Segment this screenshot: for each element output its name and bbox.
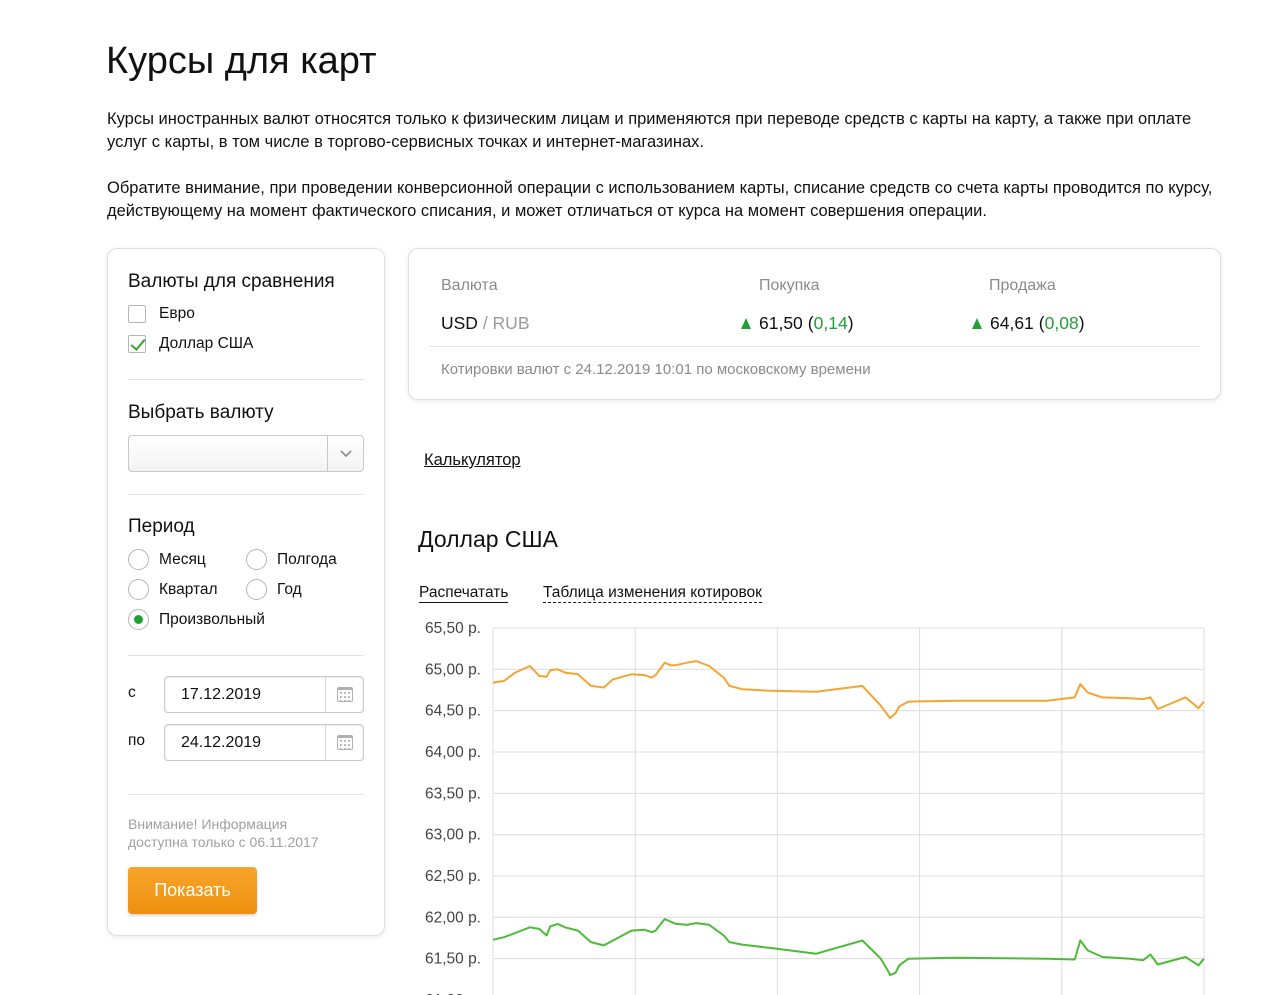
divider xyxy=(128,655,364,656)
calendar-icon xyxy=(336,735,353,750)
sell-rate: 64,61 ( 0,08 ) xyxy=(972,313,1085,334)
date-to-input[interactable]: 24.12.2019 xyxy=(164,724,364,761)
currency-code: USD xyxy=(441,313,478,333)
y-tick-label: 62,00 р. xyxy=(425,909,481,926)
divider xyxy=(429,346,1200,347)
currency-checkbox-usd[interactable]: Доллар США xyxy=(128,335,253,353)
currency-base: / RUB xyxy=(477,313,530,333)
filter-panel: Валюты для сравнения Евро Доллар США Выб… xyxy=(107,248,385,936)
y-tick-label: 62,50 р. xyxy=(425,868,481,885)
period-radio-month[interactable]: Месяц xyxy=(128,549,206,570)
y-tick-label: 63,50 р. xyxy=(425,785,481,802)
calculator-link[interactable]: Калькулятор xyxy=(424,451,521,470)
paren-close: ) xyxy=(847,313,854,333)
radio-button[interactable] xyxy=(246,579,267,600)
checkbox-label: Доллар США xyxy=(159,335,254,352)
column-header-buy: Покупка xyxy=(759,277,820,294)
sell-value: 64,61 xyxy=(990,313,1034,333)
quotes-timestamp-note: Котировки валют с 24.12.2019 10:01 по мо… xyxy=(441,361,871,378)
divider xyxy=(128,794,364,795)
buy-value: 61,50 xyxy=(759,313,803,333)
radio-button-selected[interactable] xyxy=(128,609,149,630)
sell-change: 0,08 xyxy=(1044,313,1079,333)
chevron-down-icon[interactable] xyxy=(327,436,363,471)
date-to-label: по xyxy=(128,732,146,749)
intro-paragraph-2: Обратите внимание, при проведении конвер… xyxy=(107,179,1213,220)
quotes-table-link[interactable]: Таблица изменения котировок xyxy=(543,583,762,603)
date-from-label: с xyxy=(128,684,136,701)
currency-select[interactable] xyxy=(128,435,364,472)
period-radio-quarter[interactable]: Квартал xyxy=(128,579,218,600)
rates-card: Валюта Покупка Продажа USD / RUB 61,50 (… xyxy=(408,248,1221,400)
period-radio-year[interactable]: Год xyxy=(246,579,302,600)
radio-label: Месяц xyxy=(159,550,206,568)
rate-chart: 65,50 р. 65,00 р. 64,50 р. 64,00 р. 63,50 р.… xyxy=(425,620,1205,995)
buy-change: 0,14 xyxy=(813,313,848,333)
intro-paragraph-1: Курсы иностранных валют относятся только… xyxy=(107,110,1192,151)
date-to-value: 24.12.2019 xyxy=(181,734,262,751)
radio-button[interactable] xyxy=(128,549,149,570)
calendar-button[interactable] xyxy=(325,725,363,760)
arrow-up-icon xyxy=(741,318,751,329)
page-title: Курсы для карт xyxy=(106,40,377,82)
radio-label: Произвольный xyxy=(159,610,265,628)
show-button[interactable]: Показать xyxy=(128,867,257,914)
column-header-currency: Валюта xyxy=(441,277,498,294)
currency-pair: USD / RUB xyxy=(441,313,530,334)
radio-button[interactable] xyxy=(128,579,149,600)
column-header-sell: Продажа xyxy=(989,277,1056,294)
date-from-value: 17.12.2019 xyxy=(181,686,262,703)
divider xyxy=(128,379,364,380)
calendar-icon xyxy=(336,687,353,702)
compare-currencies-heading: Валюты для сравнения xyxy=(128,271,335,292)
buy-rate-line xyxy=(492,918,1205,977)
y-tick-label: 61,50 р. xyxy=(425,951,481,968)
calendar-button[interactable] xyxy=(325,677,363,712)
period-radio-custom[interactable]: Произвольный xyxy=(128,609,265,630)
select-currency-heading: Выбрать валюту xyxy=(128,402,274,423)
radio-label: Год xyxy=(277,580,302,598)
divider xyxy=(128,494,364,495)
y-tick-label: 64,00 р. xyxy=(425,744,481,761)
y-tick-label: 65,00 р. xyxy=(425,661,481,678)
paren-close: ) xyxy=(1078,313,1085,333)
date-from-input[interactable]: 17.12.2019 xyxy=(164,676,364,713)
period-heading: Период xyxy=(128,516,195,537)
radio-label: Полгода xyxy=(277,550,337,568)
checkbox-label: Евро xyxy=(159,305,195,322)
chart-title: Доллар США xyxy=(418,526,558,552)
y-tick-label: 64,50 р. xyxy=(425,703,481,720)
print-link[interactable]: Распечатать xyxy=(419,583,509,603)
arrow-up-icon xyxy=(972,318,982,329)
currency-checkbox-euro[interactable]: Евро xyxy=(128,305,195,323)
checkbox-checked[interactable] xyxy=(128,335,146,353)
checkbox[interactable] xyxy=(128,305,146,323)
period-radio-half-year[interactable]: Полгода xyxy=(246,549,337,570)
buy-rate: 61,50 ( 0,14 ) xyxy=(741,313,854,334)
y-tick-label: 63,00 р. xyxy=(425,827,481,844)
radio-label: Квартал xyxy=(159,580,218,598)
availability-notice: Внимание! Информация доступна только с 0… xyxy=(128,816,319,850)
radio-button[interactable] xyxy=(246,549,267,570)
y-tick-label: 65,50 р. xyxy=(425,620,481,637)
